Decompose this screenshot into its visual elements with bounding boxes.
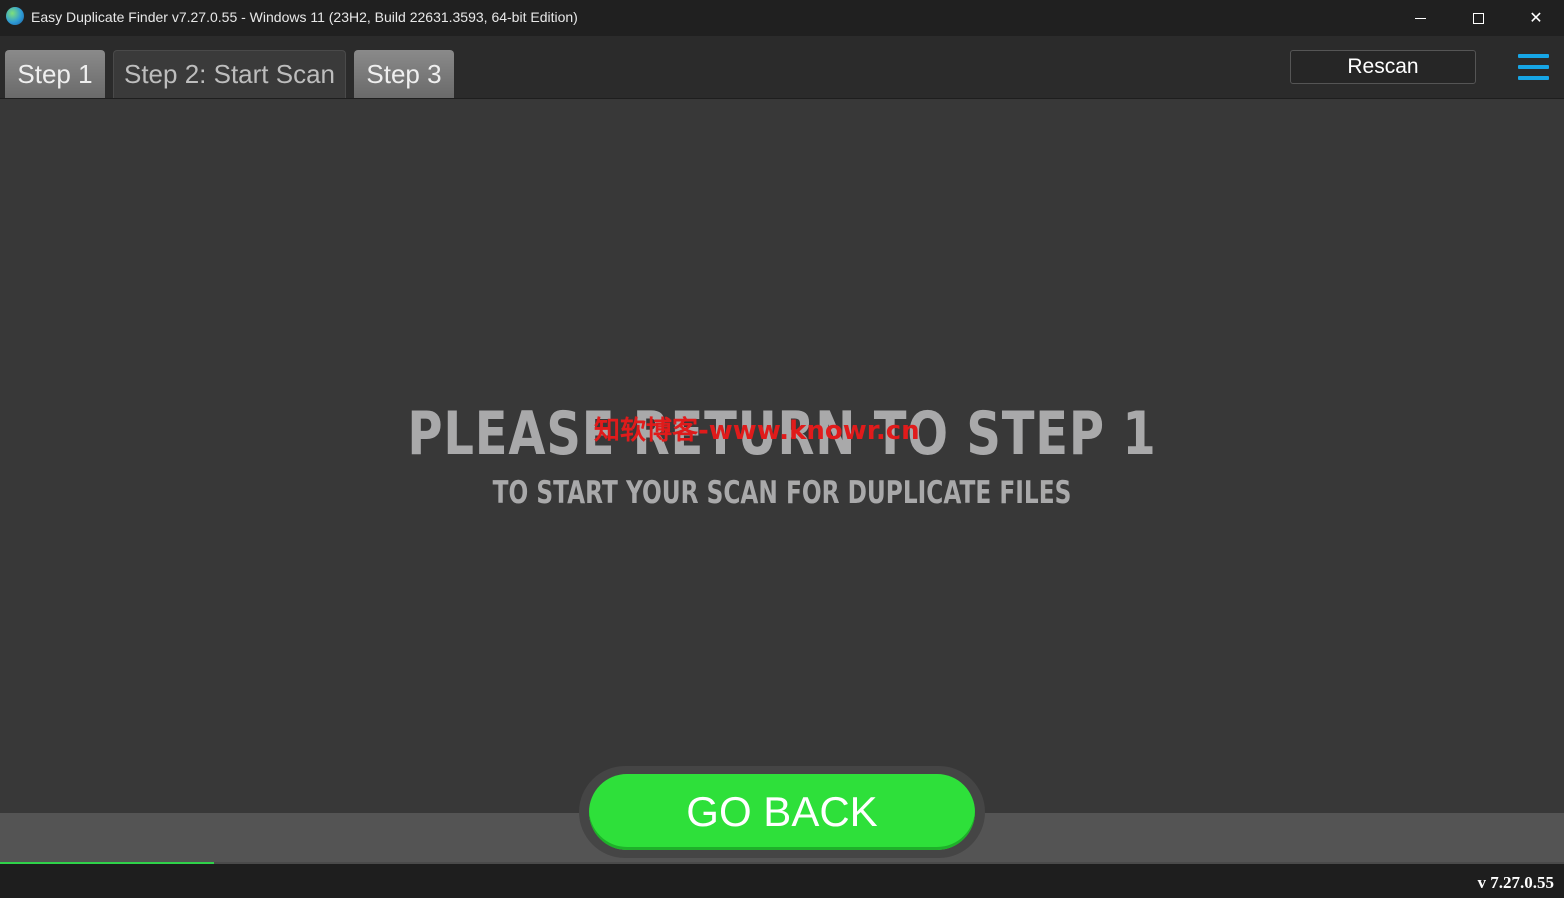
close-button[interactable]: ✕ [1507,0,1564,36]
main-content: PLEASE RETURN TO STEP 1 TO START YOUR SC… [0,99,1564,813]
watermark-text: 知软博客-www.knowr.cn [594,416,920,446]
status-bar: v 7.27.0.55 [0,864,1564,898]
menu-bar-middle [1518,65,1549,69]
menu-bar-top [1518,54,1549,58]
hamburger-menu-icon[interactable] [1518,54,1549,80]
window-title: Easy Duplicate Finder v7.27.0.55 - Windo… [31,9,578,25]
version-label: v 7.27.0.55 [1477,873,1555,892]
step-tab-bar: Step 1 Step 2: Start Scan Step 3 Rescan [0,36,1564,99]
maximize-icon [1472,12,1484,24]
return-subline: TO START YOUR SCAN FOR DUPLICATE FILES [492,475,1072,511]
maximize-button[interactable] [1449,0,1507,36]
minimize-button[interactable] [1391,0,1449,36]
rescan-button[interactable]: Rescan [1290,50,1476,84]
go-back-button[interactable]: GO BACK [589,774,975,850]
minimize-icon [1414,17,1426,19]
globe-app-icon [6,7,24,25]
tab-step-2-start-scan[interactable]: Step 2: Start Scan [113,50,346,98]
close-icon: ✕ [1529,10,1543,27]
tab-step-3[interactable]: Step 3 [354,50,454,98]
tab-step-1[interactable]: Step 1 [5,50,105,98]
menu-bar-bottom [1518,76,1549,80]
title-bar: Easy Duplicate Finder v7.27.0.55 - Windo… [0,0,1564,36]
